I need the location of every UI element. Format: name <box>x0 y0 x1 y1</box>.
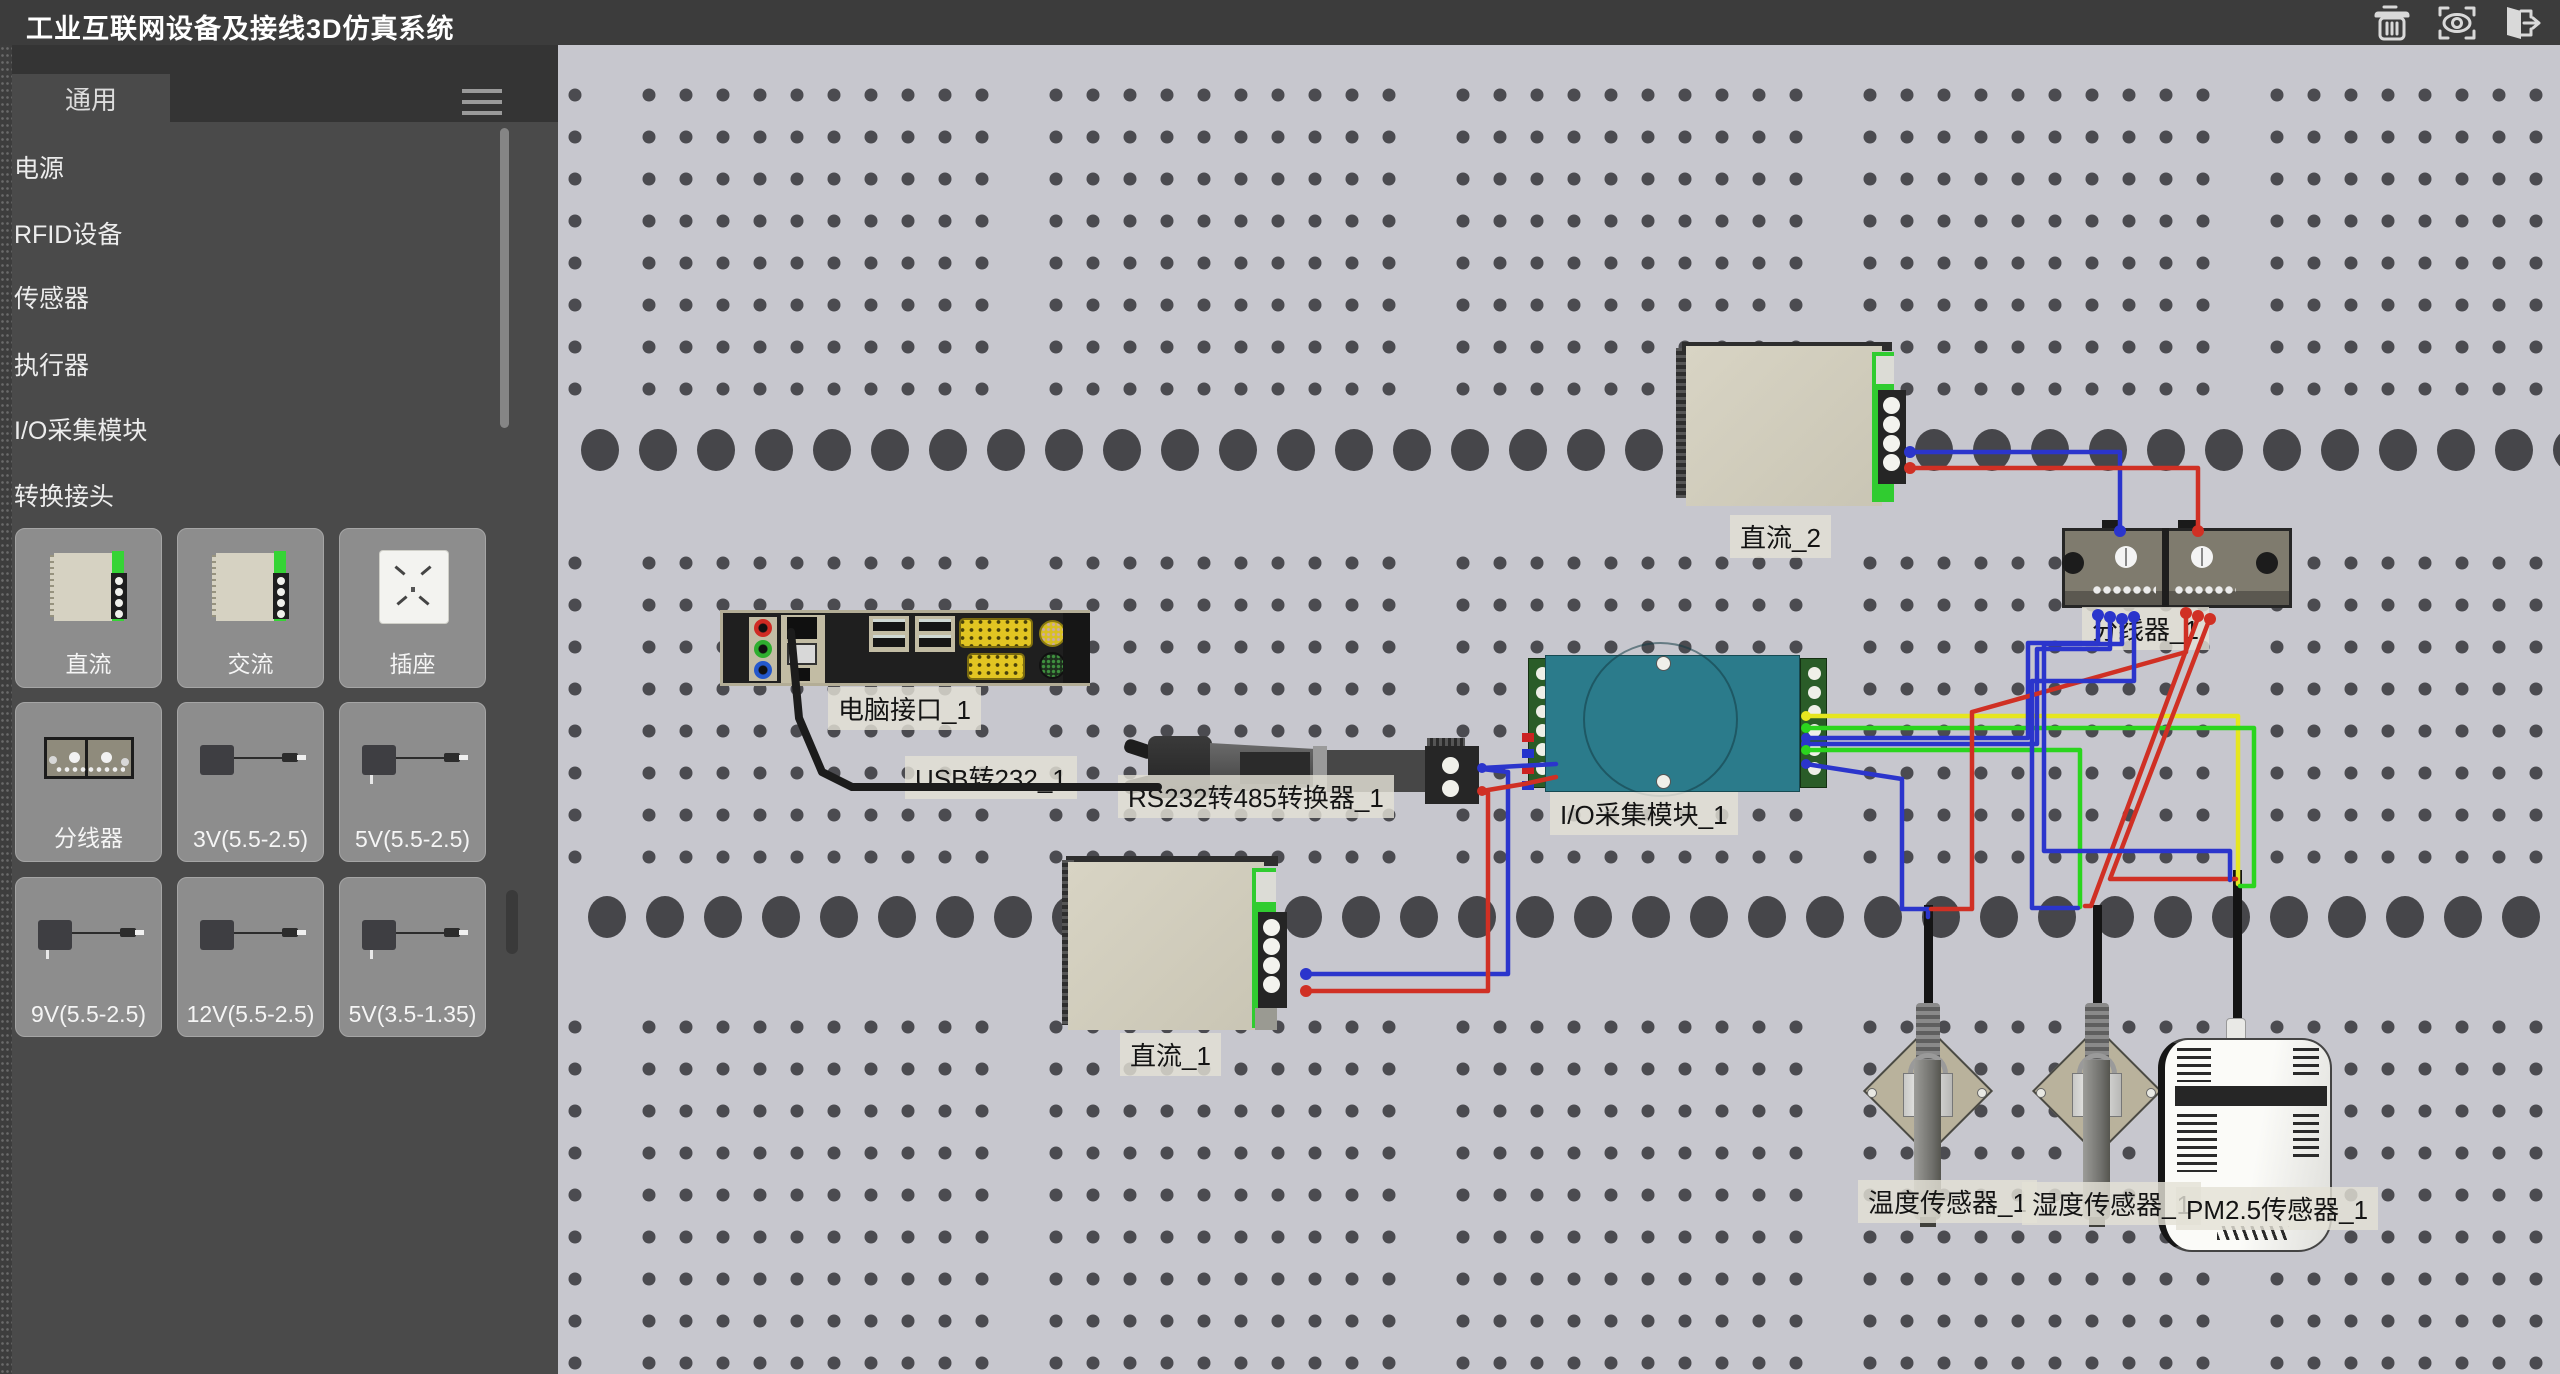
label-pm25: PM2.5传感器_1 <box>2176 1187 2378 1230</box>
power-adapter-icon <box>178 709 325 819</box>
usb-ports <box>915 616 955 652</box>
splitter-icon <box>16 709 163 819</box>
power-adapter-icon <box>16 884 163 994</box>
label-usb232: USB转232_1 <box>905 756 1077 799</box>
palette-item-3v[interactable]: 3V(5.5-2.5) <box>177 702 324 862</box>
label-humi: 湿度传感器_1 <box>2022 1182 2201 1225</box>
label-temp: 温度传感器_1 <box>1858 1180 2037 1223</box>
sidebar-item-sensor[interactable]: 传感器 <box>14 273 434 321</box>
label-splitter: 分线器_1 <box>2082 607 2209 650</box>
tab-general[interactable]: 通用 <box>12 74 170 122</box>
exit-door-icon <box>2497 2 2545 44</box>
serial-port <box>959 618 1033 648</box>
sidebar: 通用 电源 RFID设备 传感器 执行器 I/O采集模块 转换接头 直流 交流 … <box>0 45 558 1374</box>
palette-scrollbar[interactable] <box>506 890 518 954</box>
palette-item-5v[interactable]: 5V(5.5-2.5) <box>339 702 486 862</box>
ac-power-icon <box>178 535 325 645</box>
socket-icon <box>340 535 487 645</box>
palette-item-splitter[interactable]: 分线器 <box>15 702 162 862</box>
sidebar-item-actuator[interactable]: 执行器 <box>14 340 434 388</box>
app-title: 工业互联网设备及接线3D仿真系统 <box>26 7 455 46</box>
trash-icon <box>2370 2 2416 44</box>
sidebar-item-rfid[interactable]: RFID设备 <box>14 209 434 257</box>
label-pc: 电脑接口_1 <box>828 687 981 730</box>
menu-hamburger-icon[interactable] <box>462 89 502 117</box>
device-splitter[interactable] <box>2062 520 2292 610</box>
exit-button[interactable] <box>2496 2 2546 44</box>
palette-item-12v[interactable]: 12V(5.5-2.5) <box>177 877 324 1037</box>
sidebar-edge-texture <box>0 45 12 1374</box>
palette-item-dc[interactable]: 直流 <box>15 528 162 688</box>
label-dc2: 直流_2 <box>1730 515 1831 558</box>
palette-item-9v[interactable]: 9V(5.5-2.5) <box>15 877 162 1037</box>
delete-button[interactable] <box>2368 2 2418 44</box>
top-bar: 工业互联网设备及接线3D仿真系统 <box>0 0 2560 45</box>
label-dc1: 直流_1 <box>1120 1033 1221 1076</box>
device-dc-power-2[interactable] <box>1670 336 1910 516</box>
device-dc-power-1[interactable] <box>1058 850 1298 1040</box>
label-io: I/O采集模块_1 <box>1550 792 1738 835</box>
label-rs485: RS232转485转换器_1 <box>1118 775 1394 818</box>
sidebar-item-adapter[interactable]: 转换接头 <box>14 471 434 519</box>
power-adapter-icon <box>178 884 325 994</box>
vga-port <box>967 653 1025 680</box>
power-adapter-icon <box>340 884 487 994</box>
dc-power-icon <box>16 535 163 645</box>
palette-item-socket[interactable]: 插座 <box>339 528 486 688</box>
view-reset-button[interactable] <box>2432 2 2482 44</box>
power-adapter-icon <box>340 709 487 819</box>
topbar-actions <box>2368 2 2546 44</box>
io-terminal-right <box>1800 658 1827 788</box>
device-pc-interface[interactable] <box>720 610 1090 686</box>
usb-ports <box>869 616 909 652</box>
sidebar-item-io-module[interactable]: I/O采集模块 <box>14 405 434 453</box>
palette-item-5v-135[interactable]: 5V(3.5-1.35) <box>339 877 486 1037</box>
view-focus-eye-icon <box>2434 2 2480 44</box>
menu-scrollbar[interactable] <box>500 128 509 428</box>
palette-item-ac[interactable]: 交流 <box>177 528 324 688</box>
device-io-module[interactable] <box>1528 652 1828 794</box>
sidebar-item-power[interactable]: 电源 <box>14 143 434 191</box>
